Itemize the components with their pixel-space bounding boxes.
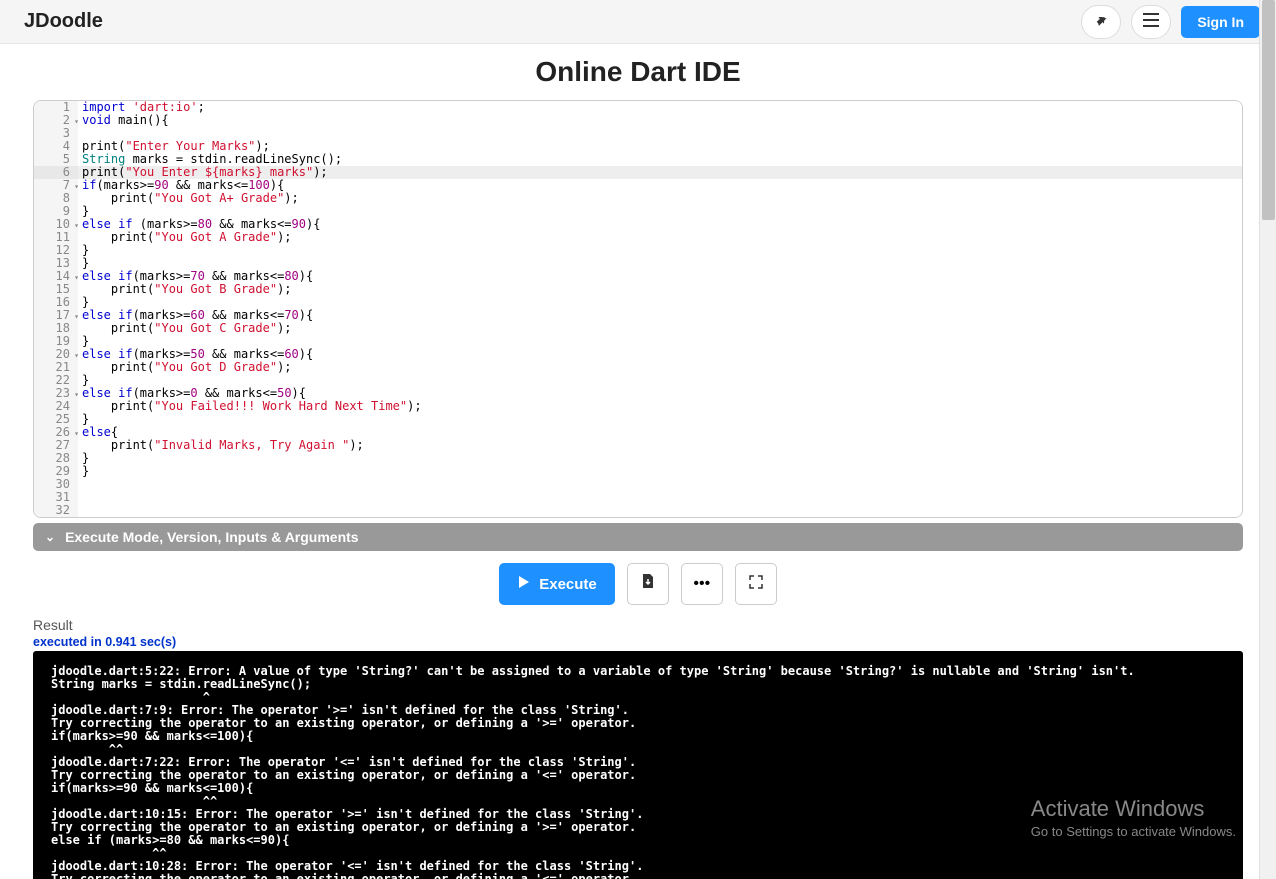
code-line[interactable]: } [78, 244, 1242, 257]
page-title: Online Dart IDE [0, 44, 1276, 100]
control-bar: Execute ••• [0, 551, 1276, 617]
code-line[interactable] [78, 491, 1242, 504]
download-button[interactable] [627, 563, 669, 605]
dots-icon: ••• [693, 575, 710, 593]
code-line[interactable]: print("You Got C Grade"); [78, 322, 1242, 335]
line-number: 3 [34, 127, 78, 140]
more-button[interactable]: ••• [681, 563, 723, 605]
code-line[interactable] [78, 478, 1242, 491]
code-line[interactable]: } [78, 465, 1242, 478]
menu-button[interactable] [1131, 5, 1171, 39]
chevron-down-icon: ⌄ [45, 530, 55, 544]
execute-options-panel[interactable]: ⌄ Execute Mode, Version, Inputs & Argume… [33, 523, 1243, 551]
code-line[interactable]: void main(){ [78, 114, 1242, 127]
line-number: 4 [34, 140, 78, 153]
line-number: 32 [34, 504, 78, 517]
scroll-thumb[interactable] [1262, 0, 1275, 220]
brand-text: JDoodle [24, 10, 103, 33]
code-line[interactable]: } [78, 413, 1242, 426]
fullscreen-icon [749, 575, 763, 594]
code-line[interactable]: print("You Got A+ Grade"); [78, 192, 1242, 205]
line-number: 2▾ [34, 114, 78, 127]
code-line[interactable]: print("Invalid Marks, Try Again "); [78, 439, 1242, 452]
result-section: Result executed in 0.941 sec(s) jdoodle.… [33, 617, 1243, 879]
line-gutter: 12▾34567▾8910▾11121314▾151617▾181920▾212… [34, 101, 78, 517]
code-line[interactable]: } [78, 452, 1242, 465]
top-header: JDoodle Sign In [0, 0, 1276, 44]
code-line[interactable]: print("You Got A Grade"); [78, 231, 1242, 244]
code-line[interactable]: print("You Got B Grade"); [78, 283, 1242, 296]
line-number: 5 [34, 153, 78, 166]
code-line[interactable] [78, 504, 1242, 517]
execute-button[interactable]: Execute [499, 563, 615, 605]
share-button[interactable] [1081, 5, 1121, 39]
code-area[interactable]: import 'dart:io';void main(){print("Ente… [78, 101, 1242, 517]
share-icon [1093, 12, 1109, 31]
logo[interactable]: JDoodle [16, 10, 103, 33]
result-label: Result [33, 617, 1243, 633]
code-line[interactable]: import 'dart:io'; [78, 101, 1242, 114]
line-number: 7▾ [34, 179, 78, 192]
play-icon [517, 575, 531, 593]
hamburger-icon [1143, 13, 1159, 30]
page-scrollbar[interactable] [1259, 0, 1276, 879]
exec-panel-label: Execute Mode, Version, Inputs & Argument… [65, 529, 359, 545]
line-number: 6 [34, 166, 78, 179]
fullscreen-button[interactable] [735, 563, 777, 605]
code-line[interactable]: print("You Failed!!! Work Hard Next Time… [78, 400, 1242, 413]
execution-time: executed in 0.941 sec(s) [33, 635, 1243, 649]
signin-button[interactable]: Sign In [1181, 6, 1260, 38]
download-icon [641, 574, 655, 595]
line-number: 8 [34, 192, 78, 205]
output-console[interactable]: jdoodle.dart:5:22: Error: A value of typ… [33, 651, 1243, 879]
code-line[interactable]: print("You Got D Grade"); [78, 361, 1242, 374]
code-editor[interactable]: 12▾34567▾8910▾11121314▾151617▾181920▾212… [33, 100, 1243, 518]
execute-label: Execute [539, 576, 597, 593]
line-number: 1 [34, 101, 78, 114]
